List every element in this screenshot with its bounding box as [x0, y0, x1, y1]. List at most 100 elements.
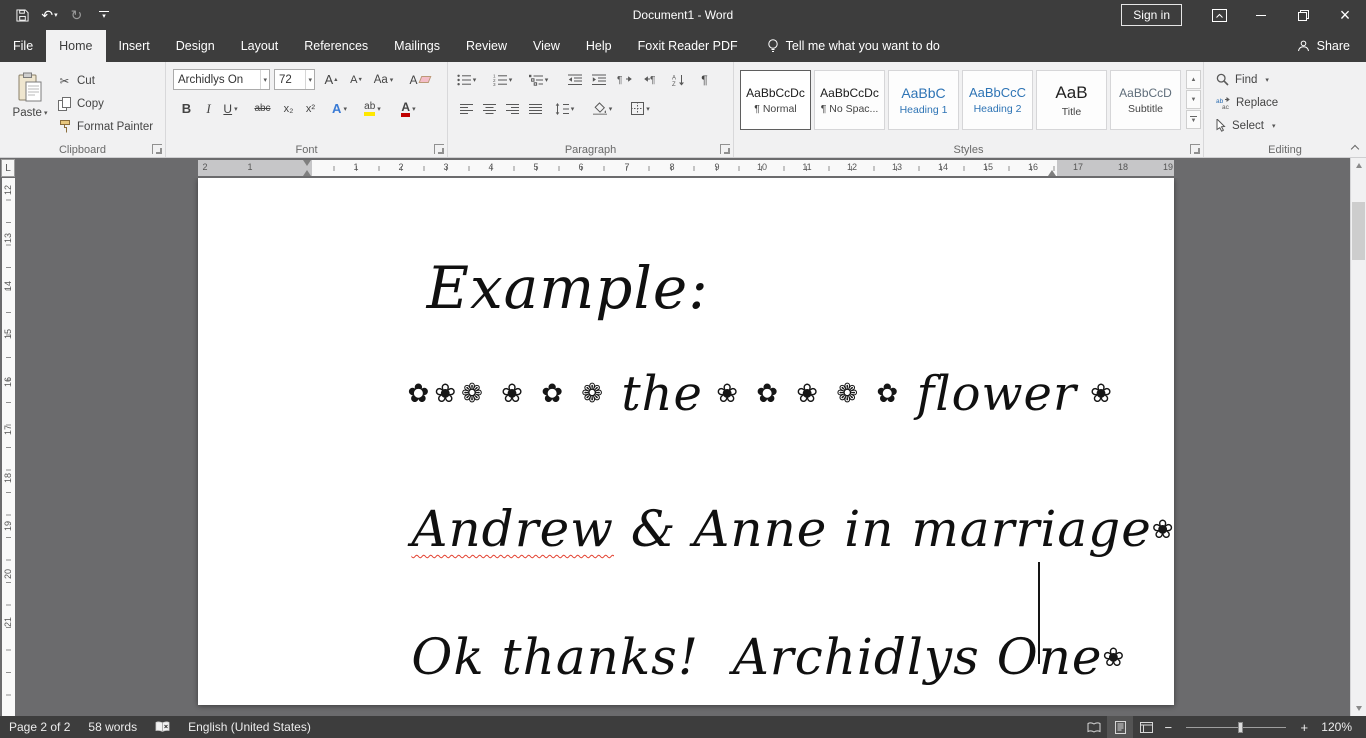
- align-left-button[interactable]: [456, 98, 477, 119]
- document-page[interactable]: Example: ✿❀❁ ❀ ✿ ❁ the ❀ ✿ ❀ ❁ ✿ flower …: [198, 178, 1174, 705]
- undo-button[interactable]: ↶▾: [37, 0, 62, 30]
- font-dialog-launcher[interactable]: [434, 144, 444, 154]
- justify-button[interactable]: [525, 98, 546, 119]
- clipboard-dialog-launcher[interactable]: [152, 144, 162, 154]
- ribbon-display-options-button[interactable]: [1198, 0, 1240, 30]
- tab-layout[interactable]: Layout: [228, 30, 292, 62]
- save-button[interactable]: [10, 0, 35, 30]
- tab-insert[interactable]: Insert: [106, 30, 163, 62]
- text-effects-button[interactable]: A: [329, 98, 350, 119]
- print-layout-button[interactable]: [1107, 716, 1133, 738]
- word-count[interactable]: 58 words: [79, 716, 146, 738]
- strikethrough-button[interactable]: abc: [252, 98, 273, 119]
- language-indicator[interactable]: English (United States): [179, 716, 320, 738]
- vertical-scrollbar[interactable]: [1350, 158, 1366, 716]
- tab-references[interactable]: References: [291, 30, 381, 62]
- borders-button[interactable]: [630, 98, 651, 119]
- page-indicator[interactable]: Page 2 of 2: [0, 716, 79, 738]
- tab-mailings[interactable]: Mailings: [381, 30, 453, 62]
- style-no-spacing[interactable]: AaBbCcDc ¶ No Spac...: [814, 70, 885, 130]
- left-indent-marker[interactable]: [303, 170, 311, 176]
- align-center-button[interactable]: [479, 98, 500, 119]
- style-title[interactable]: AaB Title: [1036, 70, 1107, 130]
- tab-file[interactable]: File: [0, 30, 46, 62]
- highlight-color-button[interactable]: ab: [362, 98, 383, 119]
- shading-button[interactable]: [592, 98, 613, 119]
- zoom-out-button[interactable]: −: [1159, 720, 1177, 735]
- customize-qat-button[interactable]: ▾: [91, 0, 116, 30]
- first-line-indent-marker[interactable]: [303, 160, 311, 166]
- find-button[interactable]: Find: [1216, 69, 1269, 90]
- redo-button[interactable]: ↻: [64, 0, 89, 30]
- styles-scroll-up-button[interactable]: [1186, 70, 1201, 89]
- style-heading-1[interactable]: AaBbC Heading 1: [888, 70, 959, 130]
- bullets-button[interactable]: [456, 69, 477, 90]
- styles-scroll-down-button[interactable]: [1186, 90, 1201, 109]
- select-button[interactable]: Select: [1216, 115, 1275, 136]
- scroll-up-button[interactable]: [1351, 158, 1366, 173]
- right-to-left-text-button[interactable]: ¶: [640, 69, 661, 90]
- collapse-ribbon-button[interactable]: [1350, 143, 1360, 152]
- zoom-slider[interactable]: [1186, 727, 1286, 728]
- sort-button[interactable]: AZ: [668, 69, 689, 90]
- show-formatting-marks-button[interactable]: ¶: [694, 69, 715, 90]
- tab-help[interactable]: Help: [573, 30, 625, 62]
- scrollbar-thumb[interactable]: [1352, 202, 1365, 260]
- multilevel-list-button[interactable]: [528, 69, 549, 90]
- superscript-button[interactable]: x²: [300, 98, 321, 119]
- tab-review[interactable]: Review: [453, 30, 520, 62]
- increase-indent-button[interactable]: [588, 69, 609, 90]
- maximize-button[interactable]: [1282, 0, 1324, 30]
- font-size-combobox[interactable]: 72▾: [274, 69, 315, 90]
- subscript-button[interactable]: x₂: [278, 98, 299, 119]
- style-normal[interactable]: AaBbCcDc ¶ Normal: [740, 70, 811, 130]
- font-name-dropdown-icon[interactable]: ▾: [260, 70, 269, 89]
- cut-button[interactable]: ✂ Cut: [57, 70, 95, 91]
- proofing-status-button[interactable]: [146, 716, 179, 738]
- paste-button[interactable]: Paste: [7, 68, 53, 146]
- font-name-combobox[interactable]: Archidlys On▾: [173, 69, 270, 90]
- scroll-down-button[interactable]: [1351, 701, 1366, 716]
- change-case-button[interactable]: Aa: [373, 69, 394, 90]
- decrease-indent-button[interactable]: [564, 69, 585, 90]
- styles-dialog-launcher[interactable]: [1190, 144, 1200, 154]
- undo-dropdown-icon[interactable]: ▾: [54, 11, 58, 19]
- shrink-font-button[interactable]: A: [346, 69, 367, 90]
- tab-stop-selector[interactable]: L: [1, 159, 15, 177]
- tab-design[interactable]: Design: [163, 30, 228, 62]
- copy-button[interactable]: Copy: [57, 93, 104, 114]
- font-size-dropdown-icon[interactable]: ▾: [305, 70, 314, 89]
- tab-foxit-reader-pdf[interactable]: Foxit Reader PDF: [625, 30, 751, 62]
- underline-button[interactable]: U: [220, 98, 241, 119]
- style-preview: AaB: [1055, 83, 1087, 103]
- zoom-slider-thumb[interactable]: [1238, 722, 1243, 733]
- style-heading-2[interactable]: AaBbCcC Heading 2: [962, 70, 1033, 130]
- right-indent-marker[interactable]: [1048, 170, 1056, 176]
- decrease-indent-icon: [568, 74, 582, 86]
- sign-in-button[interactable]: Sign in: [1121, 4, 1182, 26]
- tell-me-box[interactable]: Tell me what you want to do: [755, 30, 952, 62]
- zoom-in-button[interactable]: +: [1295, 720, 1313, 735]
- read-mode-button[interactable]: [1081, 716, 1107, 738]
- numbering-button[interactable]: 123: [492, 69, 513, 90]
- grow-font-button[interactable]: A: [321, 69, 342, 90]
- minimize-button[interactable]: [1240, 0, 1282, 30]
- bold-button[interactable]: B: [176, 98, 197, 119]
- zoom-level[interactable]: 120%: [1313, 720, 1366, 734]
- styles-more-button[interactable]: [1186, 110, 1201, 129]
- font-color-button[interactable]: A: [398, 98, 419, 119]
- close-button[interactable]: ×: [1324, 0, 1366, 30]
- paragraph-dialog-launcher[interactable]: [720, 144, 730, 154]
- italic-button[interactable]: I: [198, 98, 219, 119]
- left-to-right-text-button[interactable]: ¶: [614, 69, 635, 90]
- line-spacing-button[interactable]: [554, 98, 575, 119]
- style-subtitle[interactable]: AaBbCcD Subtitle: [1110, 70, 1181, 130]
- web-layout-button[interactable]: [1133, 716, 1159, 738]
- format-painter-button[interactable]: Format Painter: [57, 116, 153, 137]
- align-right-button[interactable]: [502, 98, 523, 119]
- clear-formatting-button[interactable]: A: [409, 69, 430, 90]
- tab-view[interactable]: View: [520, 30, 573, 62]
- tab-home[interactable]: Home: [46, 30, 105, 62]
- replace-button[interactable]: abac Replace: [1216, 92, 1278, 113]
- share-button[interactable]: Share: [1281, 30, 1366, 62]
